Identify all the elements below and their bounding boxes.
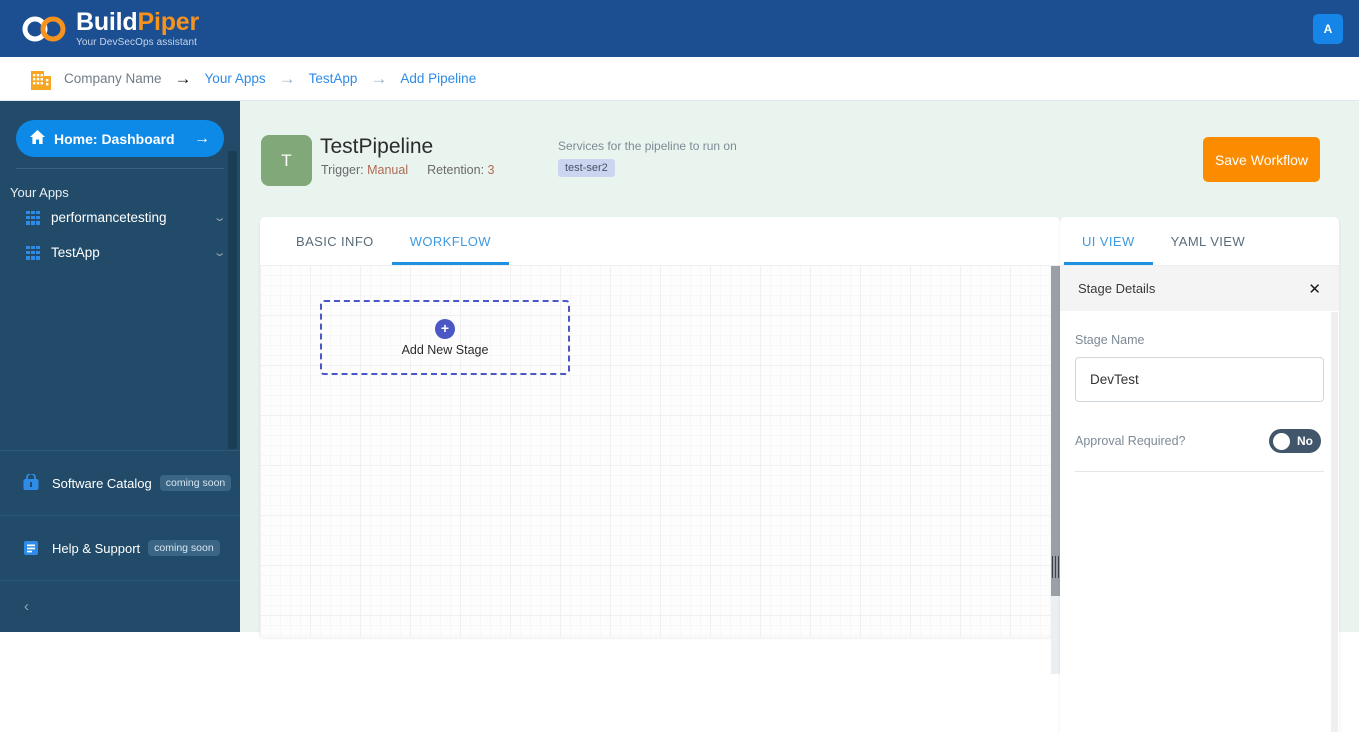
retention-value: 3 (487, 163, 495, 177)
retention-label: Retention: (427, 163, 485, 177)
plus-circle-icon: + (435, 318, 455, 339)
details-divider (1075, 471, 1324, 472)
sidebar-item-help-support[interactable]: Help & Support coming soon (0, 515, 240, 580)
breadcrumb-item-testapp[interactable]: TestApp (309, 71, 358, 86)
trigger-value: Manual (367, 163, 409, 177)
resize-grip-icon[interactable] (1052, 556, 1059, 578)
tab-basic-info[interactable]: BASIC INFO (278, 217, 392, 265)
add-new-stage-button[interactable]: + Add New Stage (320, 300, 570, 375)
tab-workflow[interactable]: WORKFLOW (391, 217, 510, 265)
workflow-tabs: BASIC INFO WORKFLOW (260, 217, 1060, 265)
sidebar-item-performancetesting[interactable]: performancetesting ⌄ (0, 200, 240, 235)
details-panel-scrollbar[interactable] (1331, 312, 1338, 732)
canvas-scrollbar-thumb[interactable] (1051, 266, 1060, 596)
main-content: T TestPipeline Trigger: Manual Retention… (240, 101, 1359, 733)
approval-required-value: No (1297, 434, 1313, 448)
pipeline-avatar: T (261, 135, 312, 186)
stage-details-body: Stage Name Approval Required? No (1060, 311, 1339, 472)
top-navigation-bar: BuildPiper Your DevSecOps assistant A (0, 0, 1359, 57)
services-label: Services for the pipeline to run on (558, 139, 737, 153)
breadcrumb-arrow-icon: → (278, 69, 296, 88)
stage-name-input[interactable] (1075, 357, 1324, 402)
brand-title: BuildPiper (76, 7, 200, 36)
toggle-knob (1273, 432, 1290, 450)
sidebar-item-testapp[interactable]: TestApp ⌄ (0, 235, 240, 270)
stage-details-panel: UI VIEW YAML VIEW Stage Details ✕ Stage … (1060, 217, 1339, 733)
sidebar-item-software-catalog[interactable]: Software Catalog coming soon (0, 450, 240, 515)
user-avatar-icon[interactable]: A (1313, 13, 1343, 44)
sidebar-item-label: Software Catalog (52, 475, 152, 491)
page-title: TestPipeline (320, 135, 434, 158)
status-badge: coming soon (148, 540, 220, 556)
pipeline-meta: Trigger: Manual Retention: 3 (321, 163, 494, 177)
home-icon (30, 129, 45, 148)
status-badge: coming soon (159, 475, 232, 491)
arrow-right-icon: → (194, 129, 210, 147)
tab-ui-view[interactable]: UI VIEW (1064, 217, 1153, 265)
breadcrumb: Company Name → Your Apps → TestApp → Add… (0, 57, 1359, 101)
home-dashboard-label: Home: Dashboard (54, 130, 175, 147)
workflow-card: BASIC INFO WORKFLOW + Add New Stage (260, 217, 1060, 637)
brand-title-part1: Build (76, 7, 138, 36)
sidebar-scrollbar[interactable] (228, 151, 237, 449)
breadcrumb-arrow-icon: → (174, 69, 192, 88)
breadcrumb-arrow-icon: → (370, 69, 388, 88)
brand-logo-area[interactable]: BuildPiper Your DevSecOps assistant (0, 7, 200, 48)
add-new-stage-label: Add New Stage (401, 342, 489, 357)
stage-name-label: Stage Name (1075, 333, 1145, 347)
sidebar-section-label: Your Apps (10, 185, 69, 200)
app-grid-icon (26, 245, 40, 260)
sidebar-item-label: TestApp (51, 245, 100, 260)
sidebar-divider (16, 168, 224, 169)
chevron-left-icon: ‹ (24, 598, 29, 615)
chevron-down-icon[interactable]: ⌄ (212, 211, 226, 224)
chevron-down-icon[interactable]: ⌄ (212, 246, 226, 259)
sidebar-item-label: Help & Support (52, 540, 141, 556)
pipeline-header: T TestPipeline Trigger: Manual Retention… (240, 101, 1359, 201)
service-chip: test-ser2 (558, 159, 615, 177)
brand-tagline: Your DevSecOps assistant (76, 36, 197, 48)
breadcrumb-item-company[interactable]: Company Name (64, 71, 162, 86)
approval-required-toggle[interactable]: No (1269, 429, 1321, 453)
infinity-logo-icon (22, 15, 68, 43)
sidebar-item-home-dashboard[interactable]: Home: Dashboard → (16, 120, 224, 157)
details-panel-tabs: UI VIEW YAML VIEW (1060, 217, 1339, 265)
close-icon[interactable]: ✕ (1308, 280, 1321, 298)
workflow-canvas[interactable]: + Add New Stage (260, 265, 1060, 637)
approval-required-label: Approval Required? (1075, 434, 1186, 448)
tab-yaml-view[interactable]: YAML VIEW (1153, 217, 1263, 265)
document-icon (22, 539, 40, 557)
stage-details-header: Stage Details ✕ (1060, 265, 1339, 311)
breadcrumb-item-your-apps[interactable]: Your Apps (205, 71, 266, 86)
sidebar-collapse-button[interactable]: ‹ (0, 580, 240, 632)
stage-details-title: Stage Details (1078, 281, 1156, 296)
trigger-label: Trigger: (321, 163, 364, 177)
sidebar-item-label: performancetesting (51, 210, 167, 225)
building-icon (30, 67, 52, 91)
brand-title-part2: Piper (137, 7, 200, 36)
approval-required-row: Approval Required? No (1075, 429, 1324, 453)
sidebar: Home: Dashboard → Your Apps performancet… (0, 101, 240, 632)
breadcrumb-item-add-pipeline[interactable]: Add Pipeline (400, 71, 476, 86)
save-workflow-button[interactable]: Save Workflow (1203, 137, 1320, 182)
app-grid-icon (26, 210, 40, 225)
basket-icon (22, 472, 40, 492)
